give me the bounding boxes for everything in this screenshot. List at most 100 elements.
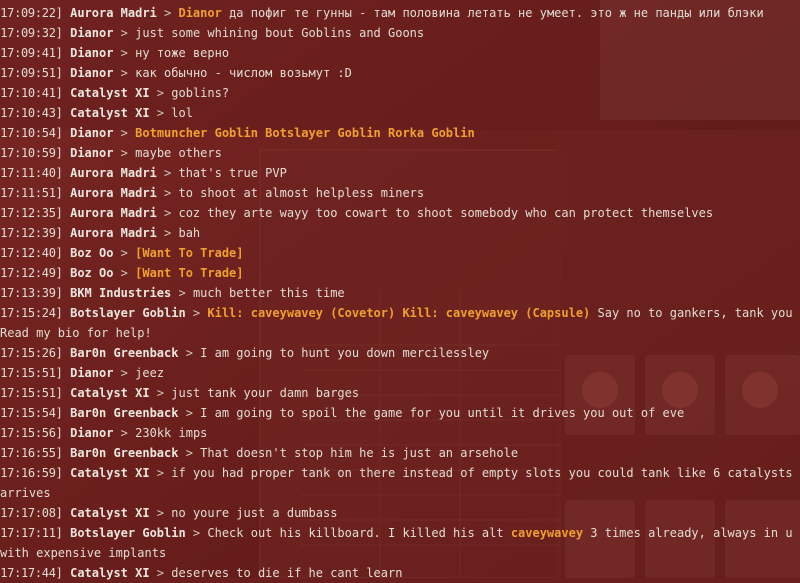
sender-name[interactable]: Dianor [70, 146, 113, 160]
chat-message: [17:15:54] Bar0n Greenback > I am going … [0, 406, 685, 420]
separator: > [178, 346, 201, 360]
sender-name[interactable]: Dianor [70, 126, 113, 140]
chat-message: [17:12:40] Boz Oo > [Want To Trade] [0, 246, 244, 260]
separator: > [113, 26, 136, 40]
chat-message: [17:15:24] Botslayer Goblin > Kill: cave… [0, 303, 793, 323]
timestamp: 17:10:54 [0, 126, 56, 140]
chat-message: [17:10:43] Catalyst XI > lol [0, 106, 193, 120]
timestamp: 17:15:26 [0, 346, 56, 360]
timestamp: 17:09:32 [0, 26, 56, 40]
timestamp: 17:11:51 [0, 186, 56, 200]
sender-name[interactable]: Catalyst XI [70, 466, 149, 480]
sender-name[interactable]: Catalyst XI [70, 386, 149, 400]
message-text: coz they arte wayy too cowart to shoot s… [178, 206, 714, 220]
chat-message: [17:17:44] Catalyst XI > deserves to die… [0, 566, 403, 580]
timestamp: 17:15:56 [0, 426, 56, 440]
sender-name[interactable]: Dianor [70, 426, 113, 440]
sender-name[interactable]: Botslayer Goblin [70, 526, 186, 540]
separator: > [156, 206, 179, 220]
message-text: just tank your damn barges [171, 386, 360, 400]
sender-name[interactable]: Catalyst XI [70, 86, 149, 100]
sender-name[interactable]: Botslayer Goblin [70, 306, 186, 320]
message-text: lol [171, 106, 193, 120]
timestamp: 17:15:24 [0, 306, 56, 320]
sender-name[interactable]: Dianor [70, 26, 113, 40]
sender-name[interactable]: Aurora Madri [70, 6, 157, 20]
message-text: goblins? [171, 86, 230, 100]
sender-name[interactable]: Dianor [70, 46, 113, 60]
chat-message: [17:16:55] Bar0n Greenback > That doesn'… [0, 446, 519, 460]
highlight-link[interactable]: Dianor [178, 6, 221, 20]
highlight-link[interactable]: [Want To Trade] [135, 266, 243, 280]
separator: > [149, 466, 172, 480]
separator: > [113, 246, 136, 260]
message-text: if you had proper tank on there instead … [171, 466, 793, 480]
message-text: much better this time [192, 286, 345, 300]
timestamp: 17:17:08 [0, 506, 56, 520]
highlight-link[interactable]: Kill: caveywavey (Covetor) Kill: caveywa… [207, 306, 590, 320]
separator: > [156, 6, 179, 20]
highlight-link[interactable]: [Want To Trade] [135, 246, 243, 260]
message-continuation: with expensive implants [0, 546, 167, 560]
separator: > [149, 106, 172, 120]
sender-name[interactable]: BKM Industries [70, 286, 171, 300]
sender-name[interactable]: Bar0n Greenback [70, 346, 178, 360]
timestamp: 17:15:51 [0, 366, 56, 380]
message-text: no youre just a dumbass [171, 506, 338, 520]
sender-name[interactable]: Catalyst XI [70, 506, 149, 520]
chat-message: [17:15:56] Dianor > 230kk imps [0, 426, 208, 440]
highlight-link[interactable]: caveywavey [511, 526, 583, 540]
timestamp: 17:12:39 [0, 226, 56, 240]
separator: > [113, 146, 136, 160]
chat-message: [17:12:35] Aurora Madri > coz they arte … [0, 206, 714, 220]
chat-message: [17:17:11] Botslayer Goblin > Check out … [0, 523, 793, 543]
message-text: да пофиг те гунны - там половина летать … [221, 6, 764, 20]
sender-name[interactable]: Dianor [70, 366, 113, 380]
timestamp: 17:09:22 [0, 6, 56, 20]
sender-name[interactable]: Aurora Madri [70, 226, 157, 240]
chat-message: [17:11:40] Aurora Madri > that's true PV… [0, 166, 287, 180]
timestamp: 17:15:54 [0, 406, 56, 420]
separator: > [156, 186, 179, 200]
sender-name[interactable]: Boz Oo [70, 246, 113, 260]
chat-message: [17:09:51] Dianor > как обычно - числом … [0, 66, 352, 80]
separator: > [178, 406, 201, 420]
separator: > [171, 286, 193, 300]
message-text: to shoot at almost helpless miners [178, 186, 425, 200]
sender-name[interactable]: Aurora Madri [70, 166, 157, 180]
separator: > [185, 526, 208, 540]
message-text: Say no to gankers, tank your ship! [597, 306, 794, 320]
chat-message: [17:12:49] Boz Oo > [Want To Trade] [0, 266, 244, 280]
message-continuation: Read my bio for help! [0, 326, 152, 340]
highlight-link[interactable]: Botmuncher Goblin Botslayer Goblin Rorka… [135, 126, 475, 140]
chat-log: [17:09:22] Aurora Madri > Dianor да пофи… [0, 3, 793, 583]
timestamp: 17:17:11 [0, 526, 56, 540]
timestamp: 17:15:51 [0, 386, 56, 400]
separator: > [149, 386, 172, 400]
chat-message: [17:12:39] Aurora Madri > bah [0, 226, 201, 240]
chat-message: [17:15:51] Dianor > jeez [0, 366, 165, 380]
separator: > [113, 426, 136, 440]
message-text: just some whining bout Goblins and Goons [135, 26, 425, 40]
chat-message: [17:11:51] Aurora Madri > to shoot at al… [0, 186, 425, 200]
sender-name[interactable]: Dianor [70, 66, 113, 80]
message-text: that's true PVP [178, 166, 287, 180]
timestamp: 17:13:39 [0, 286, 56, 300]
chat-message: [17:09:22] Aurora Madri > Dianor да пофи… [0, 6, 764, 20]
separator: > [113, 66, 136, 80]
sender-name[interactable]: Catalyst XI [70, 106, 149, 120]
timestamp: 17:12:49 [0, 266, 56, 280]
chat-message: [17:10:54] Dianor > Botmuncher Goblin Bo… [0, 126, 475, 140]
message-text: 3 times already, always in untanked barg… [590, 526, 793, 540]
chat-message: [17:09:32] Dianor > just some whining bo… [0, 26, 425, 40]
message-text: как обычно - числом возьмут :D [135, 66, 352, 80]
sender-name[interactable]: Aurora Madri [70, 186, 157, 200]
chat-message: [17:15:51] Catalyst XI > just tank your … [0, 386, 360, 400]
sender-name[interactable]: Bar0n Greenback [70, 446, 178, 460]
sender-name[interactable]: Boz Oo [70, 266, 113, 280]
timestamp: 17:11:40 [0, 166, 56, 180]
timestamp: 17:10:41 [0, 86, 56, 100]
separator: > [113, 46, 136, 60]
sender-name[interactable]: Aurora Madri [70, 206, 157, 220]
sender-name[interactable]: Bar0n Greenback [70, 406, 178, 420]
